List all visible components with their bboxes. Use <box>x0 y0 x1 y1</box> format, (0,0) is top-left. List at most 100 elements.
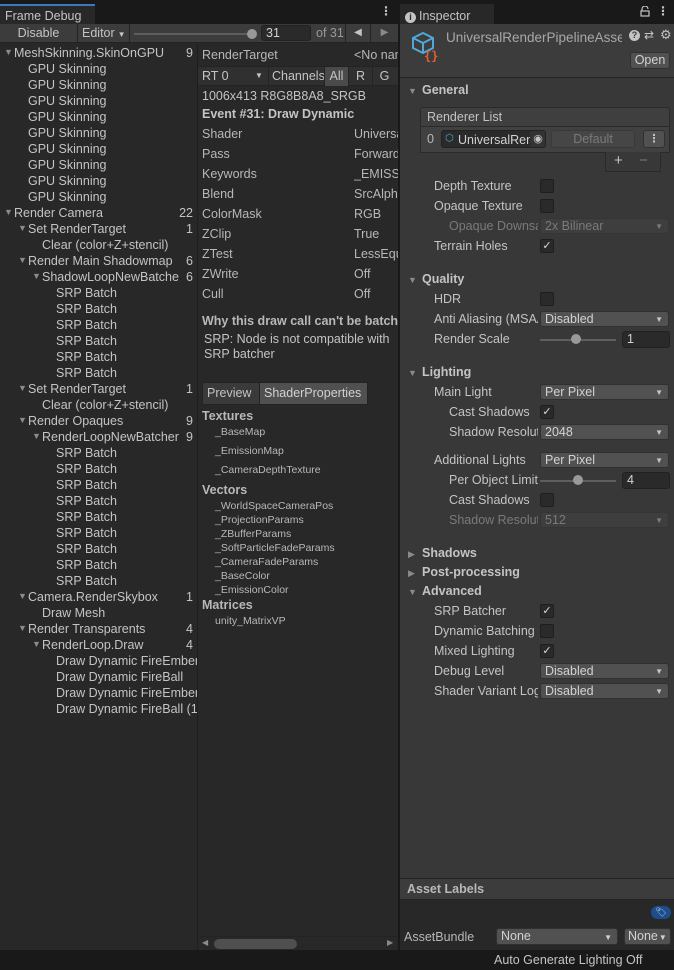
shader-variant-log-dropdown[interactable]: Disabled ▼ <box>540 683 669 699</box>
render-scale-thumb[interactable] <box>571 334 581 344</box>
debug-level-dropdown[interactable]: Disabled ▼ <box>540 663 669 679</box>
event-tree[interactable]: ▼ MeshSkinning.SkinOnGPU 9 GPU Skinning GPU … <box>0 44 197 950</box>
remove-icon[interactable]: − <box>639 152 648 169</box>
triangle-down-icon[interactable]: ▼ <box>4 207 13 217</box>
tree-row[interactable]: SRP Batch <box>0 574 197 590</box>
main-shadow-resolution-dropdown[interactable]: 2048 ▼ <box>540 424 669 440</box>
tree-row[interactable]: SRP Batch <box>0 350 197 366</box>
tree-row[interactable]: Draw Mesh <box>0 606 197 622</box>
tree-row[interactable]: ▼ Render Transparents 4 <box>0 622 197 638</box>
tree-row[interactable]: SRP Batch <box>0 526 197 542</box>
per-object-limit-field[interactable]: 4 <box>622 472 670 489</box>
next-event-button[interactable]: ▶ <box>371 24 398 42</box>
foldout-lighting[interactable]: ▼ Lighting <box>408 365 471 379</box>
additional-cast-shadows-checkbox[interactable] <box>540 493 554 507</box>
target-dropdown[interactable]: Editor ▼ <box>78 24 130 42</box>
tab-inspector[interactable]: i Inspector <box>400 4 494 24</box>
tab-frame-debug[interactable]: Frame Debug <box>0 4 95 24</box>
srp-batcher-checkbox[interactable]: ✓ <box>540 604 554 618</box>
event-slider-thumb[interactable] <box>247 29 257 39</box>
tree-row[interactable]: ▼ Render Camera 22 <box>0 206 197 222</box>
tree-row[interactable]: GPU Skinning <box>0 190 197 206</box>
scroll-right-icon[interactable]: ▶ <box>387 938 393 947</box>
tree-row[interactable]: Clear (color+Z+stencil) <box>0 238 197 254</box>
mixed-lighting-checkbox[interactable]: ✓ <box>540 644 554 658</box>
event-slider[interactable] <box>134 33 252 35</box>
channel-all-button[interactable]: All <box>324 67 348 86</box>
tree-row[interactable]: SRP Batch <box>0 558 197 574</box>
more-options-icon[interactable]: ⋮ <box>380 4 392 18</box>
triangle-down-icon[interactable]: ▼ <box>18 591 27 601</box>
additional-lights-dropdown[interactable]: Per Pixel ▼ <box>540 452 669 468</box>
tree-row[interactable]: SRP Batch <box>0 286 197 302</box>
tree-row[interactable]: SRP Batch <box>0 446 197 462</box>
rt-select-dropdown[interactable]: RT 0 ▼ <box>198 67 268 86</box>
triangle-down-icon[interactable]: ▼ <box>18 383 27 393</box>
tree-row[interactable]: SRP Batch <box>0 318 197 334</box>
foldout-shadows[interactable]: ▶ Shadows <box>408 546 477 560</box>
tree-row[interactable]: ▼ MeshSkinning.SkinOnGPU 9 <box>0 46 197 62</box>
more-options-icon[interactable]: ⋮ <box>657 4 669 18</box>
triangle-down-icon[interactable]: ▼ <box>32 431 41 441</box>
disable-button[interactable]: Disable <box>0 24 78 42</box>
prev-event-button[interactable]: ◀ <box>345 24 371 42</box>
triangle-down-icon[interactable]: ▼ <box>18 415 27 425</box>
main-light-dropdown[interactable]: Per Pixel ▼ <box>540 384 669 400</box>
default-button[interactable]: Default <box>551 130 635 148</box>
tree-row[interactable]: ▼ ShadowLoopNewBatcher 6 <box>0 270 197 286</box>
tab-shader-properties[interactable]: ShaderProperties <box>259 383 367 404</box>
foldout-general[interactable]: ▼ General <box>408 83 469 97</box>
triangle-down-icon[interactable]: ▼ <box>4 47 13 57</box>
tree-row[interactable]: GPU Skinning <box>0 158 197 174</box>
tree-row[interactable]: Draw Dynamic FireBall <box>0 670 197 686</box>
opaque-texture-checkbox[interactable] <box>540 199 554 213</box>
tree-row[interactable]: GPU Skinning <box>0 110 197 126</box>
scrollbar-thumb[interactable] <box>214 939 297 949</box>
open-button[interactable]: Open <box>630 52 670 69</box>
depth-texture-checkbox[interactable] <box>540 179 554 193</box>
tree-row[interactable]: SRP Batch <box>0 478 197 494</box>
event-number-field[interactable]: 31 <box>261 25 311 41</box>
tree-row[interactable]: GPU Skinning <box>0 142 197 158</box>
add-icon[interactable]: + <box>614 152 623 169</box>
object-picker-icon[interactable]: ◉ <box>530 131 545 147</box>
tree-row[interactable]: ▼ RenderLoop.Draw 4 <box>0 638 197 654</box>
channel-g-button[interactable]: G <box>372 67 396 86</box>
renderer-menu-button[interactable]: ⋮ <box>643 130 665 148</box>
opaque-downsampling-dropdown[interactable]: 2x Bilinear ▼ <box>540 218 669 234</box>
asset-bundle-dropdown[interactable]: None ▼ <box>496 928 618 945</box>
per-object-limit-thumb[interactable] <box>573 475 583 485</box>
hdr-checkbox[interactable] <box>540 292 554 306</box>
tree-row[interactable]: GPU Skinning <box>0 78 197 94</box>
tree-row[interactable]: Draw Dynamic FireBall (1 <box>0 702 197 718</box>
tree-row[interactable]: ▼ Render Main Shadowmap 6 <box>0 254 197 270</box>
tree-row[interactable]: SRP Batch <box>0 542 197 558</box>
tree-row[interactable]: ▼ Render Opaques 9 <box>0 414 197 430</box>
horizontal-scrollbar[interactable]: ◀ ▶ <box>198 936 398 950</box>
foldout-advanced[interactable]: ▼ Advanced <box>408 584 482 598</box>
tree-row[interactable]: GPU Skinning <box>0 62 197 78</box>
tree-row[interactable]: Draw Dynamic FireEmber <box>0 686 197 702</box>
tab-preview[interactable]: Preview <box>203 383 259 404</box>
tree-row[interactable]: SRP Batch <box>0 366 197 382</box>
tree-row[interactable]: SRP Batch <box>0 510 197 526</box>
channel-r-button[interactable]: R <box>348 67 372 86</box>
additional-shadow-resolution-dropdown[interactable]: 512 ▼ <box>540 512 669 528</box>
tree-row[interactable]: ▼ Set RenderTarget 1 <box>0 222 197 238</box>
tree-row[interactable]: Clear (color+Z+stencil) <box>0 398 197 414</box>
presets-icon[interactable]: ⇄ <box>644 28 654 42</box>
foldout-post-processing[interactable]: ▶ Post-processing <box>408 565 520 579</box>
triangle-down-icon[interactable]: ▼ <box>32 271 41 281</box>
lock-icon[interactable] <box>640 5 650 17</box>
renderer-object-field[interactable]: ⬡ UniversalRenderer ◉ <box>441 130 546 148</box>
tree-row[interactable]: SRP Batch <box>0 334 197 350</box>
tree-row[interactable]: SRP Batch <box>0 302 197 318</box>
asset-bundle-variant-dropdown[interactable]: None▼ <box>624 928 671 945</box>
tree-row[interactable]: GPU Skinning <box>0 174 197 190</box>
tree-row[interactable]: GPU Skinning <box>0 126 197 142</box>
tree-row[interactable]: SRP Batch <box>0 462 197 478</box>
gear-icon[interactable]: ⚙ <box>660 27 672 43</box>
tree-row[interactable]: Draw Dynamic FireEmber <box>0 654 197 670</box>
triangle-down-icon[interactable]: ▼ <box>18 255 27 265</box>
triangle-down-icon[interactable]: ▼ <box>32 639 41 649</box>
